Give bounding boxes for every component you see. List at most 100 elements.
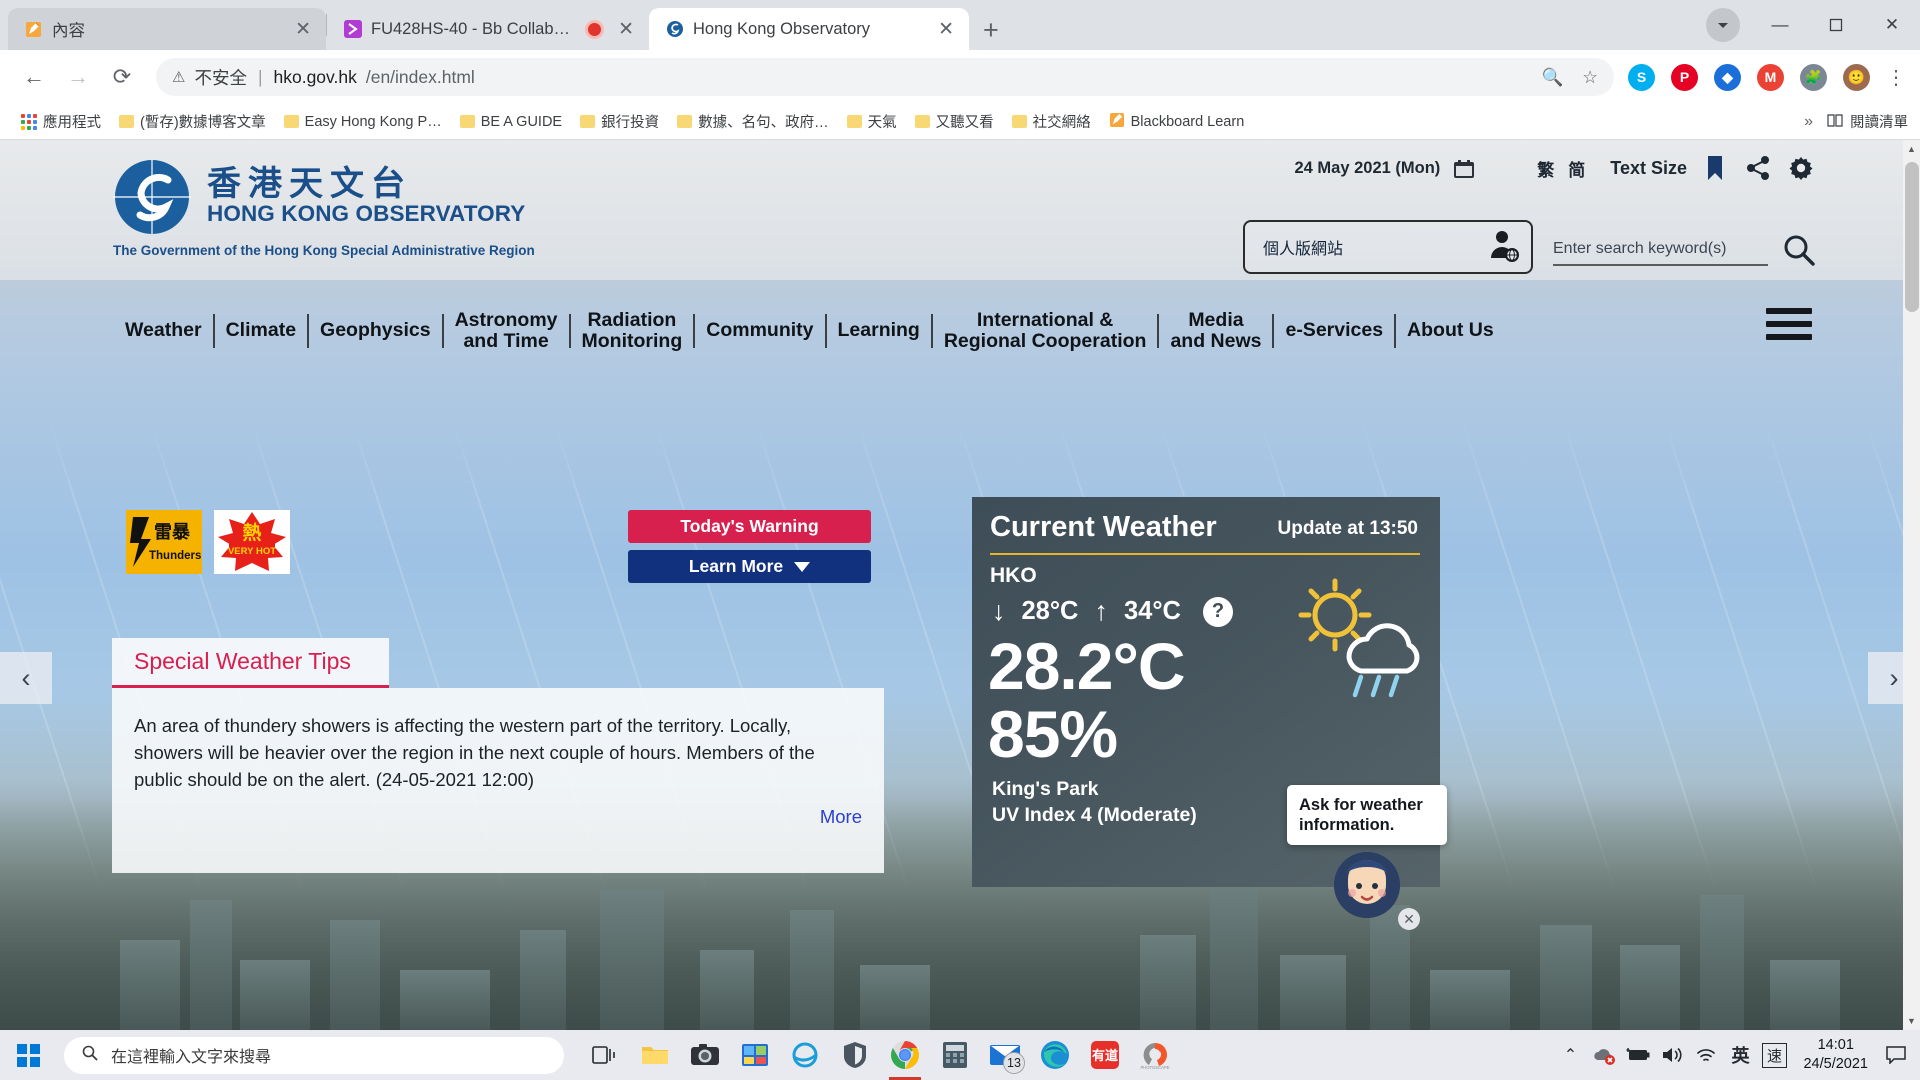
battery-charging-icon[interactable]: [1621, 1030, 1655, 1080]
internet-explorer-icon[interactable]: [780, 1030, 830, 1080]
taskbar-search-placeholder: 在這裡輸入文字來搜尋: [111, 1049, 272, 1066]
pocket-icon[interactable]: ◆: [1714, 63, 1741, 91]
browser-tab-3[interactable]: Hong Kong Observatory ✕: [649, 8, 969, 50]
tab-close-button[interactable]: ✕: [292, 20, 314, 39]
youdao-icon[interactable]: 有道: [1080, 1030, 1130, 1080]
folder-icon: [914, 115, 930, 128]
nav-item-international-and-regional-cooperation[interactable]: International & Regional Cooperation: [933, 309, 1158, 352]
volume-icon[interactable]: [1655, 1030, 1689, 1080]
language-simplified[interactable]: 简: [1561, 156, 1592, 181]
bookmark-item-2[interactable]: Easy Hong Kong P…: [275, 114, 451, 130]
chrome-icon[interactable]: [880, 1030, 930, 1080]
maximize-button[interactable]: [1808, 2, 1864, 48]
zoom-search-icon[interactable]: 🔍: [1542, 67, 1564, 88]
bookmark-item-apps[interactable]: 應用程式: [12, 111, 110, 132]
nav-item-community[interactable]: Community: [695, 320, 824, 341]
bookmark-star-icon[interactable]: ☆: [1582, 67, 1598, 88]
todays-warning-button[interactable]: Today's Warning: [628, 510, 871, 543]
calculator-icon[interactable]: [930, 1030, 980, 1080]
personal-site-button[interactable]: 個人版網站: [1243, 220, 1533, 274]
task-view-icon[interactable]: [580, 1030, 630, 1080]
nav-item-e-services[interactable]: e-Services: [1274, 320, 1394, 341]
page-scrollbar[interactable]: ▲ ▼: [1903, 140, 1920, 1030]
nav-item-climate[interactable]: Climate: [215, 320, 307, 341]
new-tab-button[interactable]: +: [983, 15, 999, 46]
taskbar-search-input[interactable]: 在這裡輸入文字來搜尋: [64, 1036, 564, 1074]
gmail-icon[interactable]: M: [1757, 63, 1784, 91]
chatbot-close-button[interactable]: ✕: [1398, 908, 1420, 930]
puzzle-icon[interactable]: 🧩: [1800, 63, 1827, 91]
nav-item-media-and-news[interactable]: Media and News: [1159, 309, 1272, 352]
ime-mode-indicator[interactable]: 速: [1757, 1030, 1791, 1080]
windows-start-icon[interactable]: [0, 1030, 56, 1080]
bookmark-item-1[interactable]: (暫存)數據博客文章: [110, 111, 275, 132]
pinterest-icon[interactable]: P: [1671, 63, 1698, 91]
very-hot-warning-icon[interactable]: 熱 VERY HOT: [214, 510, 290, 574]
browser-tab-2[interactable]: FU428HS-40 - Bb Collabora ✕: [327, 8, 649, 50]
nav-item-weather[interactable]: Weather: [114, 320, 213, 341]
question-mark-icon[interactable]: ?: [1202, 596, 1233, 627]
bookmark-item-4[interactable]: 銀行投資: [571, 111, 668, 132]
learn-more-button[interactable]: Learn More: [628, 550, 871, 583]
profile-chip-icon[interactable]: [1706, 8, 1740, 42]
edge-icon[interactable]: [1030, 1030, 1080, 1080]
scroll-up-arrow-icon[interactable]: ▲: [1905, 144, 1918, 154]
language-traditional[interactable]: 繁: [1530, 156, 1561, 181]
photos-icon[interactable]: [730, 1030, 780, 1080]
nav-item-about-us[interactable]: About Us: [1396, 320, 1505, 341]
search-input[interactable]: Enter search keyword(s): [1553, 240, 1768, 266]
bookmark-icon[interactable]: [1700, 153, 1730, 183]
close-button[interactable]: ✕: [1864, 2, 1920, 48]
skype-icon[interactable]: S: [1628, 63, 1655, 91]
gear-icon[interactable]: [1786, 153, 1816, 183]
share-icon[interactable]: [1743, 153, 1773, 183]
bookmark-item-9[interactable]: Blackboard Learn: [1100, 112, 1254, 132]
carousel-prev-button[interactable]: ‹: [0, 652, 52, 704]
ime-language-indicator[interactable]: 英: [1723, 1030, 1757, 1080]
special-weather-tips-more-link[interactable]: More: [820, 806, 862, 828]
chrome-menu-button[interactable]: ⋮: [1886, 65, 1906, 90]
profile-avatar-icon[interactable]: 🙂: [1843, 63, 1870, 91]
tray-chevron-up-icon[interactable]: ⌃: [1553, 1030, 1587, 1080]
taskbar-clock[interactable]: 14:01 24/5/2021: [1791, 1036, 1880, 1073]
browser-tab-1[interactable]: 內容 ✕: [8, 8, 326, 50]
photoscape-icon[interactable]: PHOTOSCAPE: [1130, 1030, 1180, 1080]
hamburger-menu-icon[interactable]: [1766, 308, 1812, 340]
bookmark-item-8[interactable]: 社交網絡: [1003, 111, 1100, 132]
thunderstorm-warning-icon[interactable]: 雷暴 Thunderstorm: [126, 510, 202, 574]
calendar-icon[interactable]: [1453, 159, 1475, 178]
address-bar[interactable]: ⚠ 不安全 | hko.gov.hk/en/index.html 🔍 ☆: [156, 58, 1614, 96]
bookmark-item-7[interactable]: 又聽又看: [906, 111, 1003, 132]
chatbot-avatar-icon[interactable]: [1334, 852, 1400, 918]
nav-item-radiation-monitoring[interactable]: Radiation Monitoring: [571, 309, 694, 352]
bookmark-item-5[interactable]: 數據、名句、政府…: [668, 111, 838, 132]
shield-icon[interactable]: [830, 1030, 880, 1080]
scrollbar-thumb[interactable]: [1905, 162, 1919, 312]
mail-icon[interactable]: 13: [980, 1030, 1030, 1080]
notification-icon[interactable]: [1880, 1030, 1912, 1080]
reload-button[interactable]: ⟳: [102, 57, 142, 97]
nav-item-astronomy-and-time[interactable]: Astronomy and Time: [444, 309, 569, 352]
search-icon[interactable]: [1782, 233, 1816, 272]
back-button[interactable]: ←: [14, 57, 54, 97]
bookmark-item-3[interactable]: BE A GUIDE: [451, 114, 571, 130]
wifi-icon[interactable]: [1689, 1030, 1723, 1080]
nav-item-learning[interactable]: Learning: [827, 320, 931, 341]
scroll-down-arrow-icon[interactable]: ▼: [1905, 1016, 1918, 1026]
text-size-control[interactable]: Text Size: [1610, 158, 1687, 179]
camera-icon[interactable]: [680, 1030, 730, 1080]
bookmark-item-6[interactable]: 天氣: [838, 111, 906, 132]
hko-logo[interactable]: 香港天文台 HONG KONG OBSERVATORY: [113, 158, 525, 236]
reading-list-button[interactable]: 閱讀清單: [1827, 111, 1908, 132]
onedrive-offline-icon[interactable]: [1587, 1030, 1621, 1080]
minimize-button[interactable]: —: [1752, 2, 1808, 48]
tab-close-button[interactable]: ✕: [935, 20, 957, 39]
file-explorer-icon[interactable]: [630, 1030, 680, 1080]
nav-item-geophysics[interactable]: Geophysics: [309, 320, 442, 341]
special-weather-tips-tab[interactable]: Special Weather Tips: [112, 638, 389, 688]
learn-more-label: Learn More: [688, 556, 784, 576]
tab-close-button[interactable]: ✕: [615, 20, 637, 39]
forward-button[interactable]: →: [58, 57, 98, 97]
government-line: The Government of the Hong Kong Special …: [113, 243, 535, 258]
bookmarks-overflow-button[interactable]: »: [1804, 113, 1813, 131]
